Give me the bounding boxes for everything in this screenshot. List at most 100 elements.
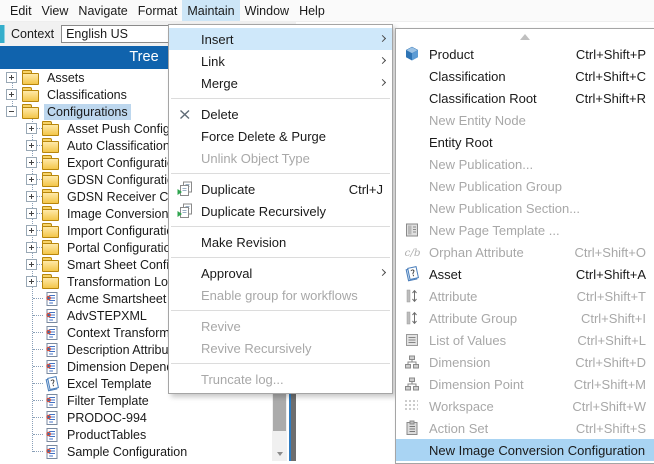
expand-plus-icon[interactable] [26,208,37,219]
delete-x-icon [177,106,193,122]
menu-item-shortcut: Ctrl+Shift+W [558,399,646,414]
menu-item-action-set[interactable]: Action SetCtrl+Shift+S [396,417,654,439]
folder-icon [22,73,39,85]
folder-icon [42,226,59,238]
collapse-minus-icon[interactable] [6,106,17,117]
menu-item-label: Orphan Attribute [429,245,524,260]
menu-separator [171,173,390,174]
orphan-icon: c/b [404,244,420,260]
folder-icon [42,158,59,170]
menubar-item-maintain[interactable]: Maintain [182,0,239,21]
menubar-item-help[interactable]: Help [294,0,330,21]
app-window: { "colors": { "tree_header_bg": "#1063ad… [0,0,654,461]
expand-plus-icon[interactable] [26,123,37,134]
menu-item-make-revision[interactable]: Make Revision [169,231,392,253]
menu-item-revive[interactable]: Revive [169,315,392,337]
menu-item-duplicate[interactable]: DuplicateCtrl+J [169,178,392,200]
menu-item-delete[interactable]: Delete [169,103,392,125]
menu-separator [171,257,390,258]
expand-plus-icon[interactable] [26,157,37,168]
cube-icon [404,46,420,62]
doc-lines-icon [44,393,60,409]
expand-plus-icon[interactable] [6,72,17,83]
expand-plus-icon[interactable] [26,242,37,253]
menu-item-entity-root[interactable]: Entity Root [396,131,654,153]
menu-item-duplicate-recursively[interactable]: Duplicate Recursively [169,200,392,222]
menu-item-shortcut: Ctrl+Shift+D [561,355,646,370]
menu-item-classification[interactable]: ClassificationCtrl+Shift+C [396,65,654,87]
menu-item-force-delete-purge[interactable]: Force Delete & Purge [169,125,392,147]
folder-icon [42,141,59,153]
menu-item-workspace[interactable]: WorkspaceCtrl+Shift+W [396,395,654,417]
menu-item-revive-recursively[interactable]: Revive Recursively [169,337,392,359]
menu-item-shortcut: Ctrl+Shift+A [562,267,646,282]
menu-item-enable-group-for-workflows[interactable]: Enable group for workflows [169,284,392,306]
tree-item-producttables[interactable]: ProductTables [0,426,272,443]
expand-plus-icon[interactable] [26,140,37,151]
scroll-down-button[interactable] [272,446,287,461]
tree-item-label: Filter Template [64,393,152,409]
tree-item-prodoc-994[interactable]: PRODOC-994 [0,409,272,426]
menu-item-classification-root[interactable]: Classification RootCtrl+Shift+R [396,87,654,109]
menu-item-attribute-group[interactable]: Attribute GroupCtrl+Shift+I [396,307,654,329]
menu-item-label: Approval [201,266,252,281]
menu-item-label: New Publication... [429,157,533,172]
menubar-item-navigate[interactable]: Navigate [73,0,132,21]
ibeam-icon [404,288,420,304]
menu-scroll-up[interactable] [396,31,654,43]
expand-plus-icon[interactable] [26,174,37,185]
menu-item-merge[interactable]: Merge [169,72,392,94]
menu-item-label: Classification [429,69,506,84]
insert-submenu: ProductCtrl+Shift+PClassificationCtrl+Sh… [395,28,654,464]
tree-item-label: Image Conversions [64,206,178,222]
menu-item-new-page-template[interactable]: New Page Template ... [396,219,654,241]
doc-lines-icon [44,342,60,358]
menu-item-new-publication[interactable]: New Publication... [396,153,654,175]
tree-item-label: Description Attribute [64,342,182,358]
duplicate-icon [177,181,193,197]
tree-item-filter-template[interactable]: Filter Template [0,392,272,409]
menu-item-approval[interactable]: Approval [169,262,392,284]
menu-item-new-publication-section[interactable]: New Publication Section... [396,197,654,219]
menu-item-orphan-attribute[interactable]: c/bOrphan AttributeCtrl+Shift+O [396,241,654,263]
menu-item-dimension[interactable]: DimensionCtrl+Shift+D [396,351,654,373]
menu-item-link[interactable]: Link [169,50,392,72]
tree-item-label: Classifications [44,87,130,103]
tree-item-label: Assets [44,70,88,86]
expand-plus-icon[interactable] [26,225,37,236]
menu-separator [171,310,390,311]
menu-item-truncate-log[interactable]: Truncate log... [169,368,392,390]
menu-item-label: Action Set [429,421,488,436]
menubar-item-edit[interactable]: Edit [5,0,37,21]
menu-item-dimension-point[interactable]: Dimension PointCtrl+Shift+M [396,373,654,395]
menu-item-shortcut: Ctrl+J [335,182,383,197]
menu-item-label: Enable group for workflows [201,288,358,303]
menu-item-insert[interactable]: Insert [169,28,392,50]
menubar-item-view[interactable]: View [37,0,74,21]
tree-item-sample-configuration[interactable]: Sample Configuration [0,443,272,460]
folder-icon [42,243,59,255]
menu-item-unlink-object-type[interactable]: Unlink Object Type [169,147,392,169]
tree-item-label: Excel Template [64,376,155,392]
menu-item-attribute[interactable]: AttributeCtrl+Shift+T [396,285,654,307]
menu-item-label: New Publication Section... [429,201,580,216]
menu-item-new-image-conversion-configuration[interactable]: New Image Conversion Configuration... [396,439,654,461]
submenu-arrow-icon [379,269,386,276]
expand-plus-icon[interactable] [26,276,37,287]
menu-item-label: Unlink Object Type [201,151,310,166]
menu-item-label: New Publication Group [429,179,562,194]
menubar-item-window[interactable]: Window [240,0,294,21]
menu-item-new-publication-group[interactable]: New Publication Group [396,175,654,197]
menu-item-list-of-values[interactable]: List of ValuesCtrl+Shift+L [396,329,654,351]
menu-item-label: Revive Recursively [201,341,312,356]
expand-plus-icon[interactable] [6,89,17,100]
menu-separator [171,98,390,99]
submenu-arrow-icon [379,35,386,42]
menu-item-product[interactable]: ProductCtrl+Shift+P [396,43,654,65]
menubar-item-format[interactable]: Format [133,0,183,21]
menu-item-new-entity-node[interactable]: New Entity Node [396,109,654,131]
expand-plus-icon[interactable] [26,191,37,202]
menu-item-label: New Entity Node [429,113,526,128]
expand-plus-icon[interactable] [26,259,37,270]
menu-item-asset[interactable]: ?AssetCtrl+Shift+A [396,263,654,285]
